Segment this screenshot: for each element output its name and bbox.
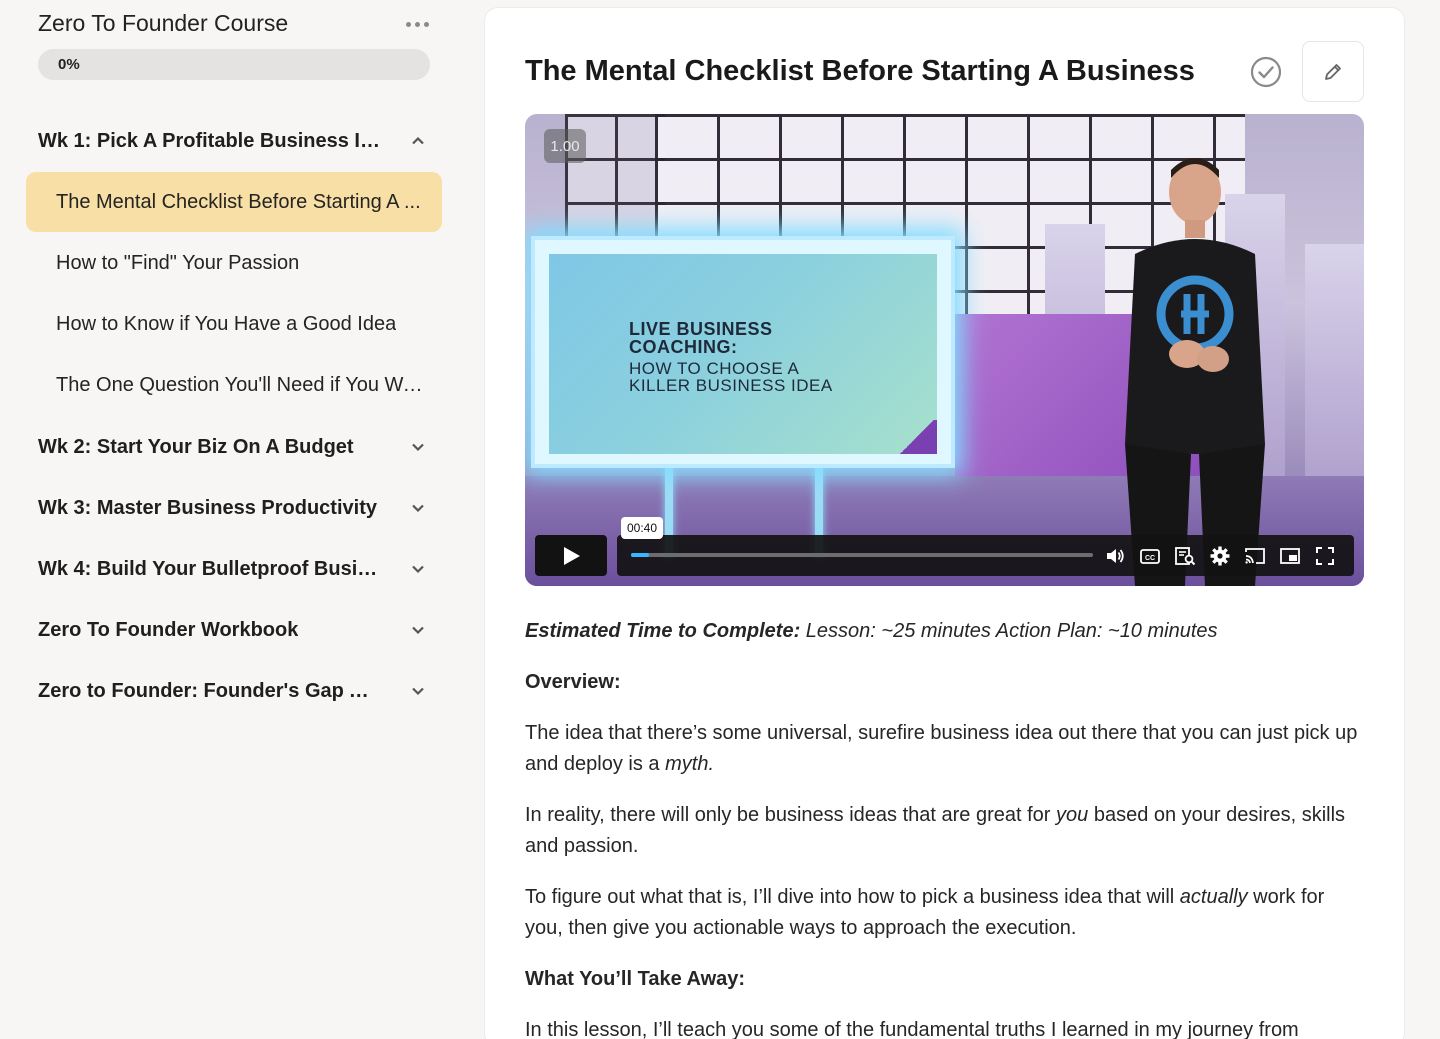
video-player[interactable]: LIVE BUSINESS COACHING: HOW TO CHOOSE A … [525, 114, 1364, 586]
video-control-bar: CC [617, 535, 1354, 576]
transcript-search-icon[interactable] [1173, 544, 1197, 568]
overview-heading: Overview: [525, 671, 621, 693]
lesson-item[interactable]: How to "Find" Your Passion [26, 233, 442, 293]
volume-icon[interactable] [1103, 544, 1127, 568]
estimated-time-label: Estimated Time to Complete: [525, 620, 801, 642]
estimated-time-value: Lesson: ~25 minutes Action Plan: ~10 min… [800, 620, 1218, 642]
lesson-content: Estimated Time to Complete: Lesson: ~25 … [525, 616, 1365, 1039]
video-scrubber[interactable] [631, 553, 1093, 557]
chevron-down-icon[interactable] [406, 557, 430, 581]
presenter-figure [1125, 158, 1265, 586]
lesson-item[interactable]: How to Know if You Have a Good Idea [26, 294, 442, 354]
course-title: Zero To Founder Course [38, 10, 289, 36]
section-week-3[interactable]: Wk 3: Master Business Productivity [38, 493, 430, 523]
chevron-down-icon[interactable] [406, 618, 430, 642]
section-workbook[interactable]: Zero To Founder Workbook [38, 615, 430, 645]
course-sidebar: Zero To Founder Course 0% Wk 1: Pick A P… [0, 0, 470, 1039]
picture-in-picture-icon[interactable] [1278, 544, 1302, 568]
lesson-label: The Mental Checklist Before Starting A .… [56, 190, 421, 213]
overview-paragraph-1: The idea that there’s some universal, su… [525, 722, 1358, 775]
section-label: Wk 2: Start Your Biz On A Budget [38, 435, 354, 458]
section-label: Wk 1: Pick A Profitable Business Idea [38, 129, 383, 152]
course-progress-text: 0% [58, 56, 80, 73]
section-week-4[interactable]: Wk 4: Build Your Bulletproof Busine... [38, 554, 430, 584]
section-label: Zero To Founder Workbook [38, 618, 299, 641]
svg-text:CC: CC [1145, 555, 1155, 562]
captions-icon[interactable]: CC [1138, 544, 1162, 568]
playback-speed-button[interactable]: 1.00 [544, 129, 586, 163]
section-week-1[interactable]: Wk 1: Pick A Profitable Business Idea [38, 126, 430, 156]
settings-gear-icon[interactable] [1208, 544, 1232, 568]
play-button[interactable] [535, 535, 607, 576]
presentation-screen: LIVE BUSINESS COACHING: HOW TO CHOOSE A … [531, 236, 955, 468]
lesson-item[interactable]: The One Question You'll Need if You Wa..… [26, 355, 442, 415]
section-label: Wk 4: Build Your Bulletproof Busine... [38, 557, 383, 580]
overview-paragraph-2: In reality, there will only be business … [525, 804, 1346, 857]
edit-button[interactable] [1302, 41, 1364, 102]
estimated-time: Estimated Time to Complete: Lesson: ~25 … [525, 616, 1365, 647]
lesson-label: How to Know if You Have a Good Idea [56, 312, 397, 335]
scrubber-time-tooltip: 00:40 [621, 517, 663, 539]
overview-paragraph-3: To figure out what that is, I’ll dive in… [525, 886, 1325, 939]
takeaway-heading: What You’ll Take Away: [525, 968, 746, 990]
video-scrubber-fill [631, 553, 650, 557]
takeaway-paragraph: In this lesson, I’ll teach you some of t… [525, 1019, 1299, 1039]
chevron-down-icon[interactable] [406, 496, 430, 520]
screen-subheading: HOW TO CHOOSE A KILLER BUSINESS IDEA [629, 359, 833, 395]
section-label: Zero to Founder: Founder's Gap Ass... [38, 679, 383, 702]
chevron-down-icon[interactable] [406, 435, 430, 459]
lesson-title: The Mental Checklist Before Starting A B… [525, 55, 1195, 87]
cast-icon[interactable] [1243, 544, 1267, 568]
lesson-panel: The Mental Checklist Before Starting A B… [484, 7, 1405, 1039]
play-icon [564, 546, 580, 565]
lesson-label: The One Question You'll Need if You Wa..… [56, 373, 428, 396]
screen-heading: LIVE BUSINESS COACHING: [629, 319, 773, 357]
chevron-down-icon[interactable] [406, 679, 430, 703]
lesson-item-active[interactable]: The Mental Checklist Before Starting A .… [26, 172, 442, 232]
screen-logo-corner [897, 420, 937, 454]
chevron-up-icon[interactable] [406, 129, 430, 153]
check-circle-icon[interactable] [1249, 55, 1283, 89]
lesson-label: How to "Find" Your Passion [56, 251, 300, 274]
pencil-icon [1325, 63, 1341, 80]
section-week-2[interactable]: Wk 2: Start Your Biz On A Budget [38, 432, 430, 462]
section-label: Wk 3: Master Business Productivity [38, 496, 377, 519]
more-options-icon[interactable] [402, 14, 432, 34]
section-founders-gap[interactable]: Zero to Founder: Founder's Gap Ass... [38, 676, 430, 706]
course-progress-bar: 0% [38, 49, 430, 80]
fullscreen-icon[interactable] [1313, 544, 1337, 568]
